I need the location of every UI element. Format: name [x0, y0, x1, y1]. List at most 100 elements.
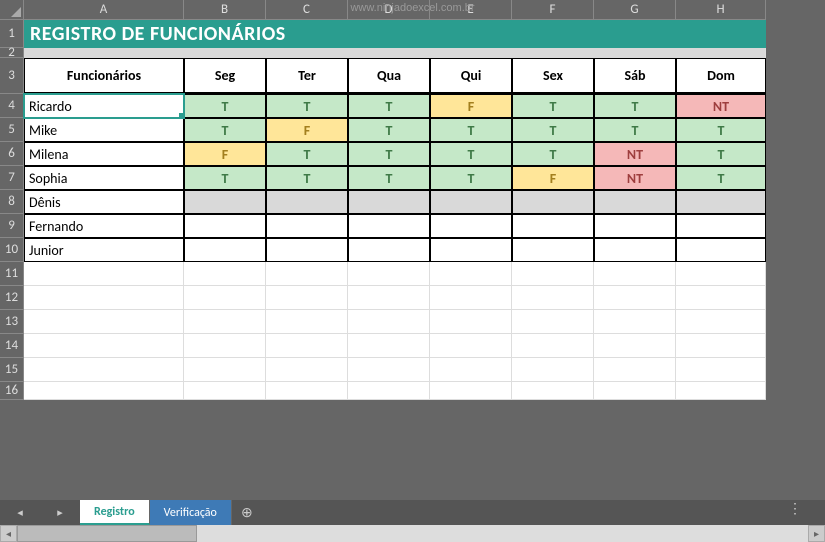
attendance-cell[interactable]: [676, 190, 766, 214]
empty-cell[interactable]: [348, 358, 430, 382]
row-header-5[interactable]: 5: [0, 118, 24, 142]
attendance-cell[interactable]: T: [184, 166, 266, 190]
empty-cell[interactable]: [676, 334, 766, 358]
employee-name[interactable]: Sophia: [24, 166, 184, 190]
column-header-F[interactable]: F: [512, 0, 594, 20]
empty-cell[interactable]: [348, 310, 430, 334]
empty-cell[interactable]: [184, 262, 266, 286]
row-header-14[interactable]: 14: [0, 334, 24, 358]
table-header[interactable]: Qua: [348, 58, 430, 94]
table-header[interactable]: Seg: [184, 58, 266, 94]
table-header[interactable]: Dom: [676, 58, 766, 94]
empty-cell[interactable]: [676, 382, 766, 400]
attendance-cell[interactable]: [512, 190, 594, 214]
attendance-cell[interactable]: NT: [594, 166, 676, 190]
table-header[interactable]: Ter: [266, 58, 348, 94]
scroll-right-arrow[interactable]: ▸: [808, 525, 825, 542]
attendance-cell[interactable]: [266, 214, 348, 238]
empty-cell[interactable]: [430, 286, 512, 310]
attendance-cell[interactable]: [512, 214, 594, 238]
empty-cell[interactable]: [512, 358, 594, 382]
employee-name[interactable]: Milena: [24, 142, 184, 166]
empty-cell[interactable]: [512, 334, 594, 358]
attendance-cell[interactable]: [676, 214, 766, 238]
empty-cell[interactable]: [594, 286, 676, 310]
attendance-cell[interactable]: T: [676, 142, 766, 166]
row-header-11[interactable]: 11: [0, 262, 24, 286]
row-header-4[interactable]: 4: [0, 94, 24, 118]
empty-cell[interactable]: [348, 334, 430, 358]
scroll-thumb[interactable]: [17, 525, 197, 542]
empty-cell[interactable]: [184, 310, 266, 334]
column-header-G[interactable]: G: [594, 0, 676, 20]
tab-options-icon[interactable]: ⋮: [785, 500, 805, 517]
column-header-B[interactable]: B: [184, 0, 266, 20]
attendance-cell[interactable]: T: [512, 118, 594, 142]
attendance-cell[interactable]: [430, 190, 512, 214]
attendance-cell[interactable]: [348, 238, 430, 262]
empty-cell[interactable]: [676, 310, 766, 334]
scroll-track[interactable]: [17, 525, 808, 542]
empty-cell[interactable]: [24, 382, 184, 400]
empty-cell[interactable]: [512, 310, 594, 334]
row-header-3[interactable]: 3: [0, 58, 24, 94]
attendance-cell[interactable]: [266, 190, 348, 214]
attendance-cell[interactable]: T: [348, 118, 430, 142]
attendance-cell[interactable]: F: [184, 142, 266, 166]
table-header[interactable]: Sáb: [594, 58, 676, 94]
row-header-10[interactable]: 10: [0, 238, 24, 262]
empty-cell[interactable]: [184, 286, 266, 310]
empty-cell[interactable]: [676, 286, 766, 310]
attendance-cell[interactable]: [676, 238, 766, 262]
empty-cell[interactable]: [24, 358, 184, 382]
empty-cell[interactable]: [512, 286, 594, 310]
row-header-7[interactable]: 7: [0, 166, 24, 190]
empty-cell[interactable]: [266, 382, 348, 400]
empty-cell[interactable]: [594, 262, 676, 286]
empty-cell[interactable]: [348, 286, 430, 310]
attendance-cell[interactable]: [266, 238, 348, 262]
sheet-tab-registro[interactable]: Registro: [80, 500, 150, 525]
empty-cell[interactable]: [676, 262, 766, 286]
attendance-cell[interactable]: T: [676, 166, 766, 190]
horizontal-scrollbar[interactable]: ◂ ▸: [0, 525, 825, 542]
attendance-cell[interactable]: [594, 238, 676, 262]
empty-cell[interactable]: [348, 382, 430, 400]
column-header-H[interactable]: H: [676, 0, 766, 20]
attendance-cell[interactable]: T: [512, 142, 594, 166]
row-header-9[interactable]: 9: [0, 214, 24, 238]
tab-first-icon[interactable]: ◂: [17, 506, 23, 519]
scroll-left-arrow[interactable]: ◂: [0, 525, 17, 542]
attendance-cell[interactable]: NT: [676, 94, 766, 118]
empty-cell[interactable]: [266, 286, 348, 310]
attendance-cell[interactable]: [594, 190, 676, 214]
empty-cell[interactable]: [24, 286, 184, 310]
table-header[interactable]: Sex: [512, 58, 594, 94]
empty-cell[interactable]: [24, 334, 184, 358]
row-header-1[interactable]: 1: [0, 20, 24, 48]
attendance-cell[interactable]: F: [430, 94, 512, 118]
sheet-tab-verificação[interactable]: Verificação: [150, 500, 232, 525]
attendance-cell[interactable]: T: [348, 94, 430, 118]
attendance-cell[interactable]: [430, 214, 512, 238]
empty-cell[interactable]: [24, 310, 184, 334]
row-header-6[interactable]: 6: [0, 142, 24, 166]
attendance-cell[interactable]: T: [184, 94, 266, 118]
empty-cell[interactable]: [266, 334, 348, 358]
attendance-cell[interactable]: T: [266, 142, 348, 166]
select-all-corner[interactable]: [0, 0, 24, 20]
attendance-cell[interactable]: T: [348, 142, 430, 166]
empty-cell[interactable]: [594, 310, 676, 334]
row-header-15[interactable]: 15: [0, 358, 24, 382]
attendance-cell[interactable]: T: [266, 166, 348, 190]
attendance-cell[interactable]: T: [430, 118, 512, 142]
attendance-cell[interactable]: T: [184, 118, 266, 142]
attendance-cell[interactable]: [184, 190, 266, 214]
attendance-cell[interactable]: [594, 214, 676, 238]
attendance-cell[interactable]: T: [266, 94, 348, 118]
employee-name[interactable]: Junior: [24, 238, 184, 262]
attendance-cell[interactable]: T: [430, 166, 512, 190]
employee-name[interactable]: Dênis: [24, 190, 184, 214]
attendance-cell[interactable]: [512, 238, 594, 262]
empty-cell[interactable]: [430, 382, 512, 400]
